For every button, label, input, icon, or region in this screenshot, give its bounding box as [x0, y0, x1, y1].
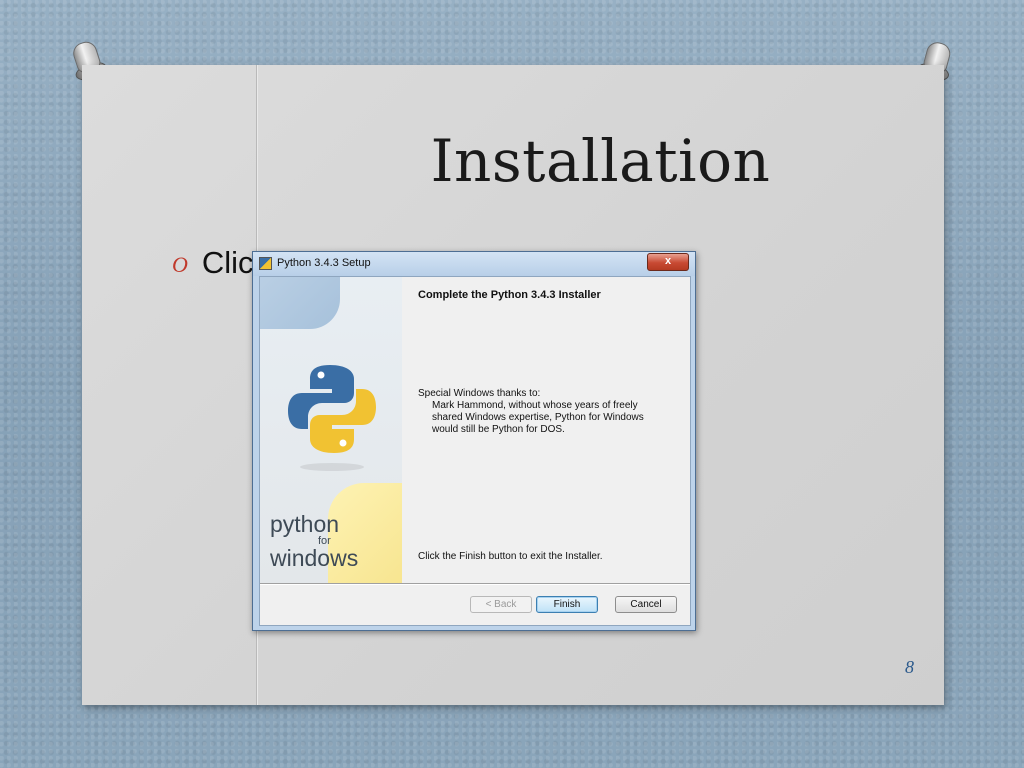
- dialog-title: Python 3.4.3 Setup: [277, 257, 371, 269]
- brand-python-text: python: [270, 511, 340, 537]
- side-banner: python for windows: [260, 277, 402, 583]
- thanks-line: shared Windows expertise, Python for Win…: [432, 412, 644, 423]
- exit-instruction: Click the Finish button to exit the Inst…: [418, 551, 603, 562]
- brand-windows-text: windows: [270, 545, 359, 571]
- dialog-titlebar[interactable]: Python 3.4.3 Setup x: [253, 252, 695, 276]
- close-button[interactable]: x: [647, 253, 689, 271]
- slide-title: Installation: [430, 127, 771, 195]
- button-separator: [260, 583, 690, 585]
- dialog-client-area: python for windows Complete the Python 3…: [259, 276, 691, 626]
- bullet-icon: O: [172, 252, 188, 277]
- installer-icon: [259, 257, 272, 270]
- banner-blue-shape: [260, 277, 340, 329]
- finish-button[interactable]: Finish: [536, 596, 598, 613]
- python-logo-icon: [288, 365, 376, 453]
- back-button[interactable]: < Back: [470, 596, 532, 613]
- python-for-windows-wordmark: python for windows: [270, 513, 358, 570]
- cancel-button[interactable]: Cancel: [615, 596, 677, 613]
- thanks-text: Special Windows thanks to: Mark Hammond,…: [418, 388, 688, 436]
- thanks-line: would still be Python for DOS.: [432, 424, 565, 435]
- thanks-line: Mark Hammond, without whose years of fre…: [432, 400, 638, 411]
- thanks-intro: Special Windows thanks to:: [418, 388, 541, 399]
- logo-shadow: [300, 463, 364, 471]
- dialog-heading: Complete the Python 3.4.3 Installer: [418, 289, 601, 301]
- page-number: 8: [905, 657, 914, 677]
- setup-dialog: Python 3.4.3 Setup x python for windows …: [252, 251, 696, 631]
